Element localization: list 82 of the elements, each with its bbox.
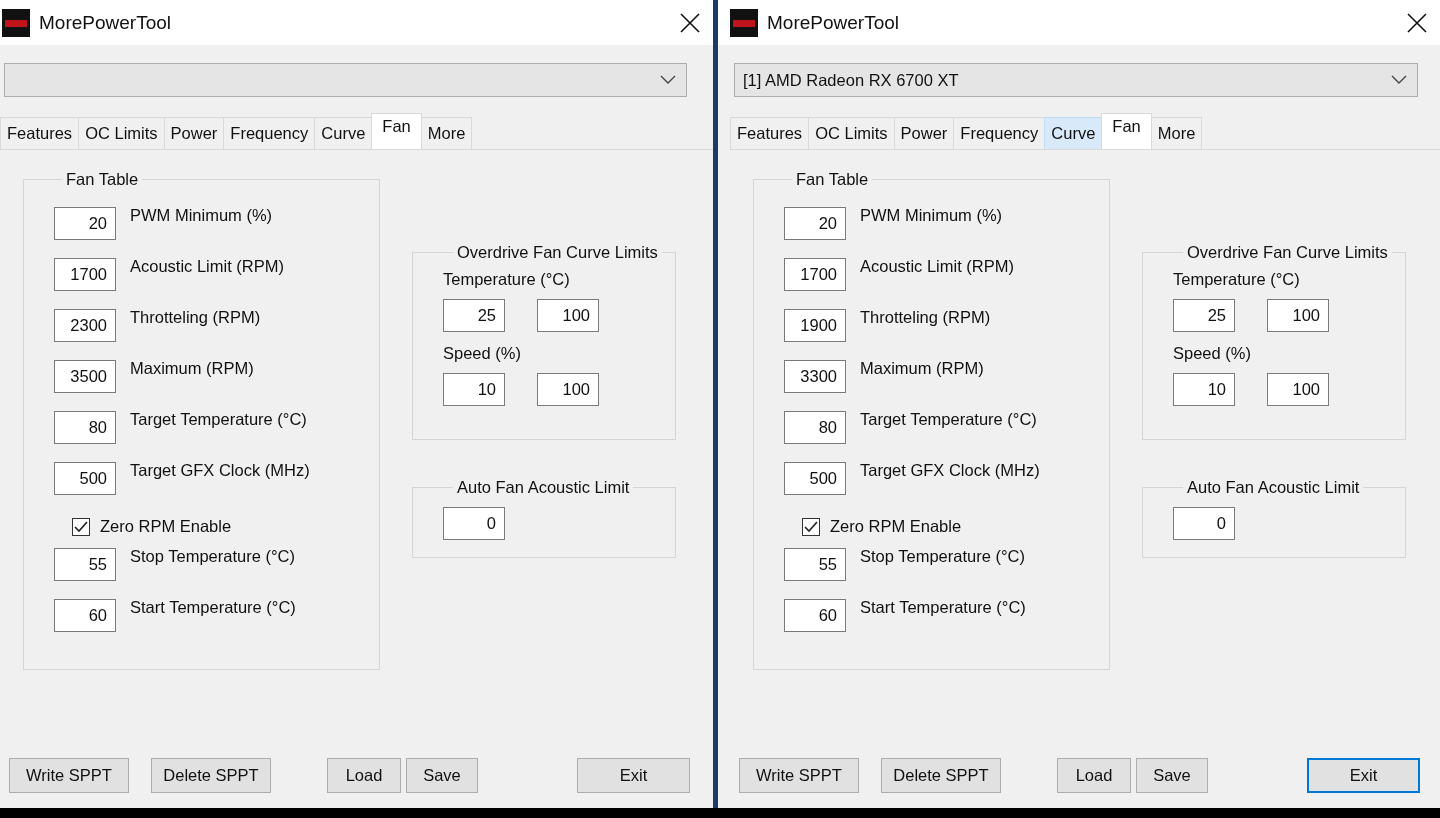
number-field[interactable]: 25 [1173,299,1235,332]
field-label: PWM Minimum (%) [860,206,1003,225]
field-label: Temperature (°C) [443,270,571,289]
field-label: Acoustic Limit (RPM) [130,257,285,276]
action-button[interactable]: Save [1136,758,1208,793]
number-field[interactable]: 1700 [784,258,846,291]
number-field[interactable]: 500 [54,462,116,495]
number-field[interactable]: 60 [784,599,846,632]
field-label: Target Temperature (°C) [860,410,1037,429]
number-field[interactable]: 500 [784,462,846,495]
field-label: Target GFX Clock (MHz) [860,461,1040,480]
tab[interactable]: Features [0,117,80,149]
action-button[interactable]: Exit [1307,758,1420,793]
field-label: Start Temperature (°C) [130,598,296,617]
close-icon[interactable] [1406,11,1428,34]
number-field[interactable]: 25 [443,299,505,332]
tab[interactable]: More [1150,117,1203,149]
number-field[interactable]: 80 [54,411,116,444]
checkbox-label: Zero RPM Enable [100,516,232,536]
action-button[interactable]: Write SPPT [739,758,859,793]
number-field[interactable]: 1900 [784,309,846,342]
number-field[interactable]: 55 [784,548,846,581]
number-field[interactable]: 55 [54,548,116,581]
tab[interactable]: Fan [371,113,422,149]
checkbox-label: Zero RPM Enable [830,516,962,536]
number-field[interactable]: 3300 [784,360,846,393]
chevron-down-icon[interactable] [660,75,676,85]
number-field[interactable]: 0 [1173,507,1235,540]
field-label: Speed (%) [1173,344,1252,363]
field-label: PWM Minimum (%) [130,206,273,225]
chevron-down-icon[interactable] [1391,75,1407,85]
field-label: Stop Temperature (°C) [130,547,295,566]
tab[interactable]: Curve [1044,117,1103,149]
tab[interactable]: Fan [1101,113,1152,149]
number-field[interactable]: 2300 [54,309,116,342]
field-label: Target Temperature (°C) [130,410,307,429]
checkbox[interactable] [802,517,820,536]
number-field[interactable]: 3500 [54,360,116,393]
close-icon[interactable] [679,11,701,34]
checkbox[interactable] [72,517,90,536]
number-field[interactable]: 100 [1267,373,1329,406]
number-field[interactable]: 60 [54,599,116,632]
action-button[interactable]: Exit [577,758,690,793]
number-field[interactable]: 1700 [54,258,116,291]
field-label: Speed (%) [443,344,522,363]
field-label: Throtteling (RPM) [130,308,261,327]
group-title: Fan Table [795,170,870,189]
number-field[interactable]: 10 [1173,373,1235,406]
action-button[interactable]: Load [327,758,401,793]
number-field[interactable]: 100 [1267,299,1329,332]
action-button[interactable]: Save [406,758,478,793]
field-label: Throtteling (RPM) [860,308,991,327]
tab[interactable]: Features [730,117,810,149]
group-title: Fan Table [65,170,140,189]
action-button[interactable]: Write SPPT [9,758,129,793]
app-icon [730,8,758,37]
action-button[interactable]: Delete SPPT [881,758,1001,793]
device-dropdown[interactable]: [1] AMD Radeon RX 6700 XT [734,63,1418,97]
number-field[interactable]: 100 [537,373,599,406]
window-title: MorePowerTool [767,11,900,34]
group-title: Overdrive Fan Curve Limits [456,243,659,262]
field-label: Maximum (RPM) [860,359,984,378]
field-label: Stop Temperature (°C) [860,547,1025,566]
number-field[interactable]: 10 [443,373,505,406]
field-label: Maximum (RPM) [130,359,254,378]
group-title: Auto Fan Acoustic Limit [456,478,631,497]
number-field[interactable]: 0 [443,507,505,540]
app-icon [2,8,30,37]
group-title: Overdrive Fan Curve Limits [1186,243,1389,262]
field-label: Target GFX Clock (MHz) [130,461,310,480]
field-label: Acoustic Limit (RPM) [860,257,1015,276]
action-button[interactable]: Delete SPPT [151,758,271,793]
field-label: Temperature (°C) [1173,270,1301,289]
window-title: MorePowerTool [39,11,172,34]
number-field[interactable]: 80 [784,411,846,444]
field-label: Start Temperature (°C) [860,598,1026,617]
group-title: Auto Fan Acoustic Limit [1186,478,1361,497]
number-field[interactable]: 20 [54,207,116,240]
tab[interactable]: More [420,117,473,149]
number-field[interactable]: 100 [537,299,599,332]
action-button[interactable]: Load [1057,758,1131,793]
number-field[interactable]: 20 [784,207,846,240]
